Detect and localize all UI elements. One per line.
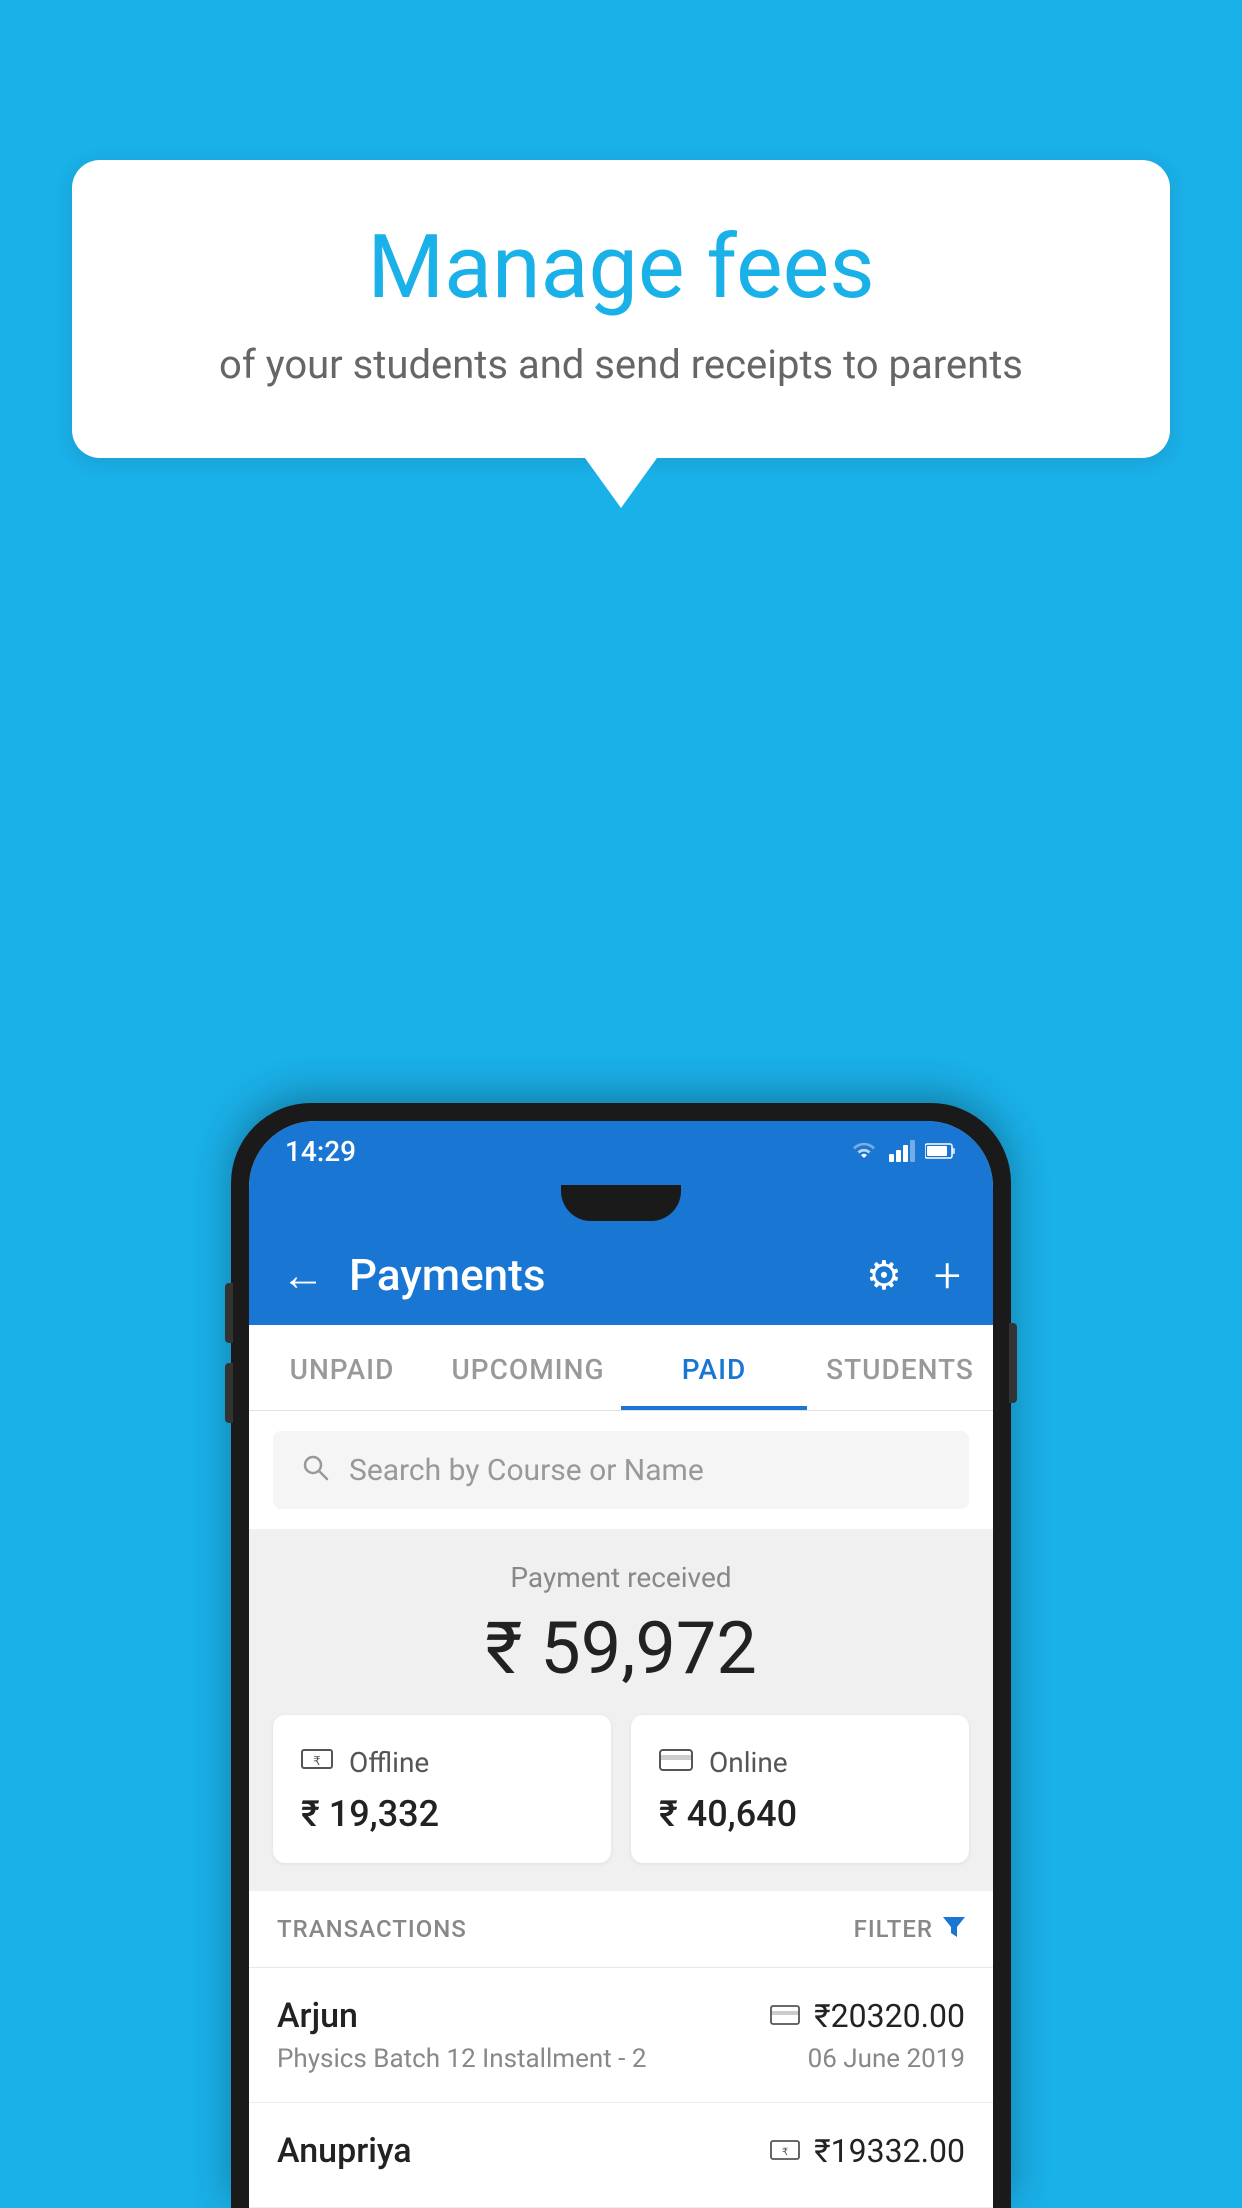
wifi-icon [849,1140,879,1162]
notch-area [249,1181,993,1225]
power-button [1009,1323,1017,1403]
app-bar: ← Payments ⚙ + [249,1225,993,1325]
status-time: 14:29 [285,1135,356,1168]
battery-icon [925,1142,957,1160]
payment-total-amount: ₹ 59,972 [249,1606,993,1691]
online-amount: ₹ 40,640 [659,1793,941,1835]
search-container: Search by Course or Name [249,1411,993,1529]
transaction-amount: ₹20320.00 [814,1997,965,2035]
transaction-description: Physics Batch 12 Installment - 2 [277,2044,646,2074]
offline-amount: ₹ 19,332 [301,1793,583,1835]
offline-label: Offline [349,1746,429,1779]
filter-icon [943,1915,965,1943]
volume-up-button [225,1283,233,1343]
speech-bubble-title: Manage fees [152,220,1090,317]
transaction-offline-icon: ₹ [770,2135,800,2168]
payment-received-label: Payment received [249,1561,993,1594]
volume-down-button [225,1363,233,1423]
side-buttons-left [225,1283,233,1423]
settings-icon[interactable]: ⚙ [866,1252,902,1299]
online-label: Online [709,1746,788,1779]
tab-paid[interactable]: PAID [621,1325,807,1410]
payment-summary: Payment received ₹ 59,972 [249,1529,993,1715]
offline-card-header: ₹ Offline [301,1743,583,1781]
transaction-amount: ₹19332.00 [814,2132,965,2170]
phone-outer-frame: 14:29 [231,1103,1011,2208]
transaction-name: Arjun [277,1996,358,2036]
status-bar: 14:29 [249,1121,993,1181]
online-card-header: Online [659,1743,941,1781]
transaction-row-top: Anupriya ₹ ₹19332.00 [277,2131,965,2171]
svg-text:₹: ₹ [313,1754,321,1768]
transaction-item[interactable]: Anupriya ₹ ₹19332.00 [249,2103,993,2208]
phone-screen: 14:29 [249,1121,993,2208]
transaction-amount-container: ₹ ₹19332.00 [770,2132,965,2170]
online-payment-card: Online ₹ 40,640 [631,1715,969,1863]
app-bar-title: Payments [349,1249,842,1301]
speech-bubble-container: Manage fees of your students and send re… [72,160,1170,508]
search-input[interactable]: Search by Course or Name [349,1453,704,1488]
transaction-row-bottom: Physics Batch 12 Installment - 2 06 June… [277,2044,965,2074]
notch [561,1185,681,1221]
search-box[interactable]: Search by Course or Name [273,1431,969,1509]
speech-bubble-tail [585,458,657,508]
add-icon[interactable]: + [934,1247,961,1304]
transaction-date: 06 June 2019 [808,2044,965,2074]
card-icon [659,1743,693,1781]
tabs-container: UNPAID UPCOMING PAID STUDENTS [249,1325,993,1411]
offline-payment-card: ₹ Offline ₹ 19,332 [273,1715,611,1863]
filter-container[interactable]: FILTER [854,1915,965,1943]
offline-icon: ₹ [301,1743,333,1781]
app-bar-actions: ⚙ + [866,1247,961,1304]
transaction-card-icon [770,2000,800,2033]
back-button[interactable]: ← [281,1249,325,1301]
speech-bubble: Manage fees of your students and send re… [72,160,1170,458]
search-icon [301,1451,329,1489]
svg-text:₹: ₹ [782,2147,788,2158]
tab-students[interactable]: STUDENTS [807,1325,993,1410]
tab-unpaid[interactable]: UNPAID [249,1325,435,1410]
payment-cards: ₹ Offline ₹ 19,332 [249,1715,993,1891]
filter-label: FILTER [854,1915,933,1943]
signal-icon [889,1140,915,1162]
phone-device: 14:29 [231,1103,1011,2208]
transaction-name: Anupriya [277,2131,412,2171]
speech-bubble-subtitle: of your students and send receipts to pa… [152,341,1090,388]
transaction-amount-container: ₹20320.00 [770,1997,965,2035]
transaction-row-top: Arjun ₹20320.00 [277,1996,965,2036]
transaction-item[interactable]: Arjun ₹20320.00 Physics [249,1968,993,2103]
transactions-header: TRANSACTIONS FILTER [249,1891,993,1968]
status-icons [849,1140,957,1162]
tab-upcoming[interactable]: UPCOMING [435,1325,621,1410]
transactions-label: TRANSACTIONS [277,1915,467,1943]
